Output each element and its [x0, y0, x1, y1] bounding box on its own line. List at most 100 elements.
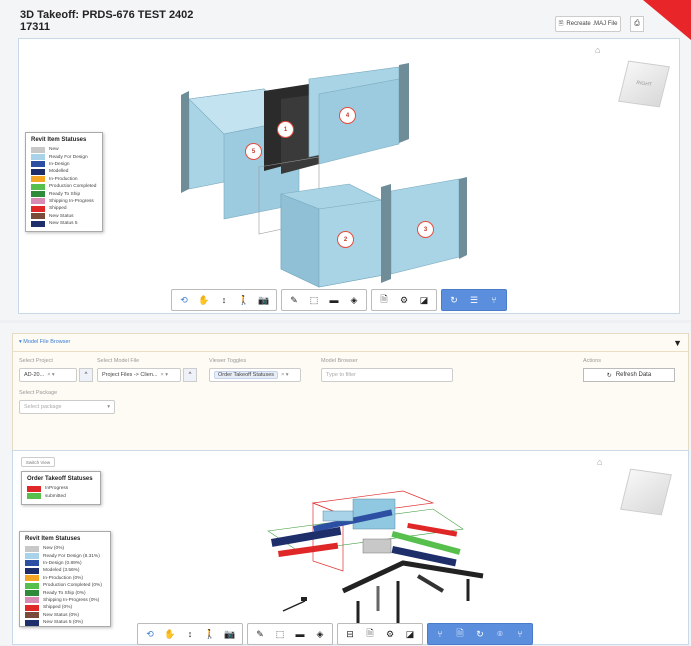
pan-icon[interactable]: ✋ — [195, 291, 213, 309]
title-line-2: 17311 — [20, 21, 50, 33]
fullscreen-icon[interactable]: ◪ — [415, 291, 433, 309]
legend-item: Shipped — [31, 205, 97, 212]
building-model[interactable] — [13, 451, 690, 646]
viewer-toolbar-top: ⟲ ✋ ↕ 🚶 📷 ✎ ⬚ ▬ ◈ 🗎 ⚙ ◪ ↻ ☰ ⑂ — [171, 289, 507, 311]
zoom-icon[interactable]: ↕ — [215, 291, 233, 309]
walk-icon[interactable]: 🚶 — [235, 291, 253, 309]
properties-icon[interactable]: 🗎 — [375, 291, 393, 309]
legend-item: In-Production — [31, 176, 97, 183]
refresh-data-button[interactable]: ↻ Refresh Data — [583, 368, 675, 382]
sync-icon[interactable]: ↻ — [471, 625, 489, 643]
explode-icon[interactable]: ⬚ — [271, 625, 289, 643]
nav-tools-group: ⟲ ✋ ↕ 🚶 📷 — [171, 289, 277, 311]
marker-3[interactable]: 3 — [417, 221, 434, 238]
select-model-value: Project Files -> Clien... — [102, 372, 158, 378]
document-icon[interactable]: 🗎 — [451, 625, 469, 643]
recreate-maj-button[interactable]: 🗎 Recreate .MAJ File — [555, 16, 621, 32]
viewer-toggles-field[interactable]: Order Takeoff Statuses × ▾ — [209, 368, 301, 382]
settings-icon[interactable]: ⚙ — [395, 291, 413, 309]
select-project-label: Select Project — [19, 358, 53, 364]
model-browser-label: Model Browser — [321, 358, 358, 364]
settings-tools-group: ⊟ 🗎 ⚙ ◪ — [337, 623, 423, 645]
pan-icon[interactable]: ✋ — [161, 625, 179, 643]
model-icon[interactable]: ◈ — [345, 291, 363, 309]
explode-icon[interactable]: ⬚ — [305, 291, 323, 309]
properties-icon[interactable]: 🗎 — [361, 625, 379, 643]
model-browser-input[interactable]: Type to filter — [321, 368, 453, 382]
model-ducts — [271, 498, 484, 631]
measure-icon[interactable]: ✎ — [285, 291, 303, 309]
browser-title[interactable]: ▾ Model File Browser — [19, 339, 70, 345]
duct-flange-left — [181, 91, 189, 193]
list-icon[interactable]: ☰ — [465, 291, 483, 309]
duct-flange-lower — [381, 184, 391, 283]
legend-label: Shipped — [49, 206, 67, 212]
viewer-3d-top[interactable]: ⌂ RIGHT 1 4 5 2 3 Revit Item Statuses Ne… — [18, 38, 680, 314]
actions-label: Actions — [583, 358, 602, 364]
chevron-up-icon: ^ — [84, 372, 88, 378]
branch-icon[interactable]: ⑂ — [431, 625, 449, 643]
model-browser-panel: ▾ Model File Browser ▼ Select Project AD… — [0, 323, 691, 645]
legend-swatch — [31, 205, 45, 212]
legend-item: Production Completed — [31, 183, 97, 190]
chevron-up-icon: ^ — [188, 372, 192, 378]
print-icon: ⎙ — [634, 20, 640, 27]
orbit-icon[interactable]: ⟲ — [141, 625, 159, 643]
legend-label: In-Production — [49, 176, 78, 182]
fullscreen-icon[interactable]: ◪ — [401, 625, 419, 643]
legend-swatch — [31, 183, 45, 190]
model-tools-group: ✎ ⬚ ▬ ◈ — [247, 623, 333, 645]
camera-icon[interactable]: 📷 — [221, 625, 239, 643]
measure-icon[interactable]: ✎ — [251, 625, 269, 643]
select-model-field[interactable]: Project Files -> Clien... × ▾ — [97, 368, 181, 382]
viewer-toggle-chip[interactable]: Order Takeoff Statuses — [214, 371, 279, 379]
revit-status-legend-top: Revit Item Statuses New Ready For Design I… — [25, 132, 103, 233]
project-toggle-button[interactable]: ^ — [79, 368, 93, 382]
browser-title-text: Model File Browser — [23, 339, 71, 345]
select-package-label: Select Package — [19, 390, 58, 396]
legend-item: New Status — [31, 213, 97, 220]
settings-icon[interactable]: ⚙ — [381, 625, 399, 643]
filter-icon[interactable]: ▼ — [673, 338, 682, 348]
browser-header[interactable]: ▾ Model File Browser ▼ — [13, 334, 688, 352]
zoom-icon[interactable]: ↕ — [181, 625, 199, 643]
legend-title: Revit Item Statuses — [31, 137, 87, 143]
duct-upper-right-side — [318, 78, 400, 165]
camera-icon[interactable]: 📷 — [255, 291, 273, 309]
walk-icon[interactable]: 🚶 — [201, 625, 219, 643]
marker-5[interactable]: 5 — [245, 143, 262, 160]
viewer-toggles-label: Viewer Toggles — [209, 358, 247, 364]
orbit-icon[interactable]: ⟲ — [175, 291, 193, 309]
legend-item: Shipping In-Progress — [31, 198, 97, 205]
folder-icon[interactable]: ▬ — [291, 625, 309, 643]
duct-lower-2-front — [280, 193, 320, 288]
legend-swatch — [31, 161, 45, 168]
select-model-label: Select Model File — [97, 358, 140, 364]
folder-icon[interactable]: ▬ — [325, 291, 343, 309]
refresh-icon: ↻ — [606, 372, 612, 379]
legend-item: New — [31, 146, 97, 153]
settings-tools-group: 🗎 ⚙ ◪ — [371, 289, 437, 311]
model-file-browser: ▾ Model File Browser ▼ Select Project AD… — [12, 333, 689, 463]
model-icon[interactable]: ◈ — [311, 625, 329, 643]
marker-4[interactable]: 4 — [339, 107, 356, 124]
marker-1[interactable]: 1 — [277, 121, 294, 138]
branch-edit-icon[interactable]: ⑂ — [511, 625, 529, 643]
model-toggle-button[interactable]: ^ — [183, 368, 197, 382]
package-icon[interactable]: ⌾ — [491, 625, 509, 643]
legend-swatch — [31, 168, 45, 175]
viewer-3d-bottom[interactable]: Switch View ⌂ Order Takeoff Statuses InP… — [12, 450, 689, 645]
select-package-field[interactable]: Select package ▾ — [19, 400, 115, 414]
select-project-field[interactable]: AD-20... × ▾ — [19, 368, 77, 382]
duct-model[interactable] — [19, 39, 681, 315]
sync-icon[interactable]: ↻ — [445, 291, 463, 309]
marker-2[interactable]: 2 — [337, 231, 354, 248]
structure-icon[interactable]: ⊟ — [341, 625, 359, 643]
legend-swatch — [31, 198, 45, 205]
print-button[interactable]: ⎙ — [630, 16, 644, 32]
legend-item: In-Design — [31, 161, 97, 168]
legend-item: Ready To Ship — [31, 190, 97, 198]
branch-icon[interactable]: ⑂ — [485, 291, 503, 309]
legend-label: Ready For Design — [49, 154, 88, 160]
title-line-1: 3D Takeoff: PRDS-676 TEST 2402 — [20, 9, 194, 21]
